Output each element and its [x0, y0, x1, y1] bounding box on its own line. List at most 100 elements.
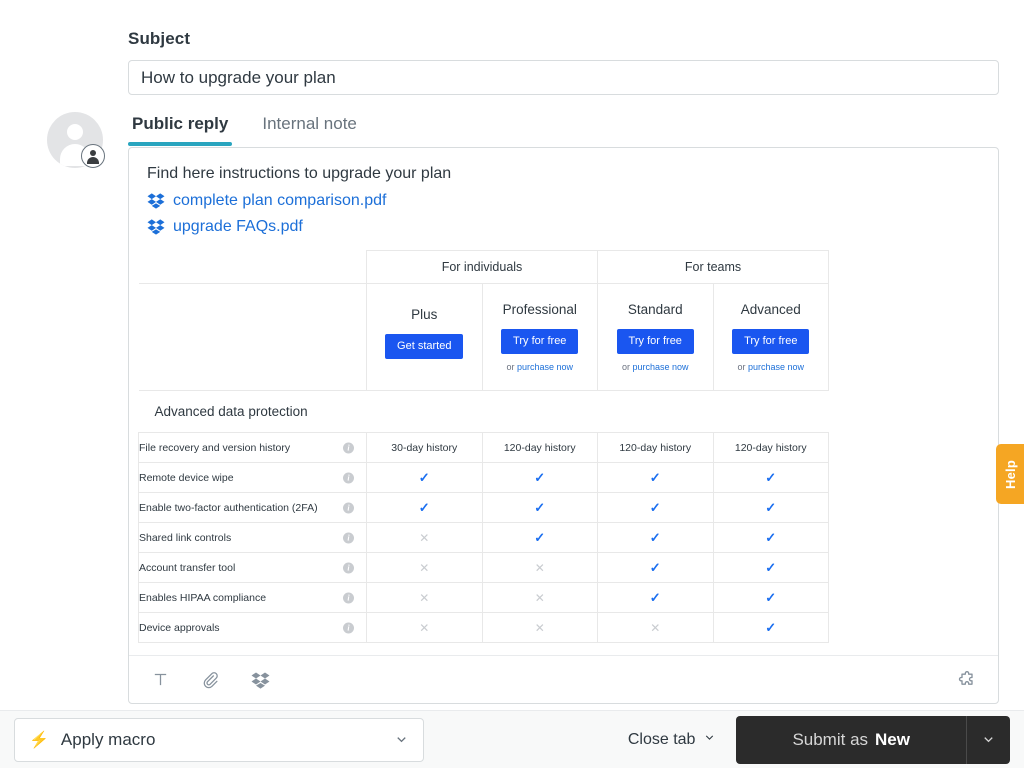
feature-label: Remote device wipe — [139, 471, 234, 484]
subject-label: Subject — [128, 29, 191, 48]
feature-label: Device approvals — [139, 621, 220, 634]
feature-label-cell: File recovery and version history i — [138, 432, 367, 463]
puzzle-piece-icon[interactable] — [954, 667, 980, 693]
purchase-now-link[interactable]: purchase now — [748, 362, 804, 372]
avatar — [47, 112, 105, 170]
plan-sub-prefix: or — [506, 361, 517, 372]
tab-public-reply[interactable]: Public reply — [128, 112, 233, 146]
empty-corner-cell — [138, 250, 367, 284]
feature-label-cell: Shared link controls i — [138, 522, 367, 553]
purchase-now-link[interactable]: purchase now — [632, 362, 688, 372]
info-icon[interactable]: i — [343, 532, 354, 543]
info-icon[interactable]: i — [343, 442, 354, 453]
table-row: Remote device wipe i ✓ ✓ ✓ ✓ — [138, 462, 830, 493]
feature-excluded-cross-icon: ✕ — [366, 522, 483, 553]
feature-value-cell: 30-day history — [366, 432, 483, 463]
plan-sub-note: or purchase now — [483, 362, 598, 372]
attachment-row: complete plan comparison.pdf — [129, 188, 998, 213]
avatar-user-badge-icon — [81, 144, 105, 168]
plan-sub-note: or purchase now — [714, 362, 829, 372]
attachment-link[interactable]: upgrade FAQs.pdf — [173, 214, 303, 239]
info-icon[interactable]: i — [343, 472, 354, 483]
paperclip-icon[interactable] — [197, 667, 223, 693]
lightning-bolt-icon: ⚡ — [29, 731, 49, 749]
feature-included-check-icon: ✓ — [597, 462, 714, 493]
feature-label: Enable two-factor authentication (2FA) — [139, 501, 318, 514]
subject-input[interactable] — [128, 60, 999, 95]
feature-label: Account transfer tool — [139, 561, 236, 574]
table-row: Shared link controls i ✕ ✓ ✓ ✓ — [138, 522, 830, 553]
tab-internal-note[interactable]: Internal note — [258, 112, 361, 146]
feature-rows-body: File recovery and version history i 30-day… — [138, 432, 830, 643]
feature-included-check-icon: ✓ — [712, 582, 830, 613]
feature-included-check-icon: ✓ — [597, 552, 714, 583]
feature-excluded-cross-icon: ✕ — [597, 612, 714, 643]
ticket-composer-screen: Subject Public reply Internal note Find … — [0, 0, 1024, 768]
plan-cta-button[interactable]: Try for free — [732, 329, 810, 354]
feature-included-check-icon: ✓ — [712, 552, 830, 583]
apply-macro-select[interactable]: ⚡ Apply macro — [14, 717, 424, 762]
composer-toolbar-right — [954, 667, 980, 693]
feature-excluded-cross-icon: ✕ — [366, 612, 483, 643]
close-tab-button[interactable]: Close tab — [628, 731, 717, 749]
feature-included-check-icon: ✓ — [481, 492, 598, 523]
table-row: Enable two-factor authentication (2FA) i ✓… — [138, 492, 830, 523]
feature-value-cell: 120-day history — [597, 432, 714, 463]
reply-mode-tabs: Public reply Internal note — [128, 112, 361, 146]
feature-excluded-cross-icon: ✕ — [481, 612, 598, 643]
plan-comparison-table: For individuals For teams Plus Get start… — [138, 250, 830, 643]
plan-cta-button[interactable]: Try for free — [501, 329, 579, 354]
feature-included-check-icon: ✓ — [712, 462, 830, 493]
feature-excluded-cross-icon: ✕ — [481, 552, 598, 583]
table-row: Device approvals i ✕ ✕ ✕ ✓ — [138, 612, 830, 643]
apply-macro-label: Apply macro — [60, 729, 156, 749]
plan-sub-note: or purchase now — [598, 362, 713, 372]
submit-button[interactable]: Submit as New — [736, 715, 966, 764]
feature-included-check-icon: ✓ — [712, 612, 830, 643]
dropbox-icon[interactable] — [247, 667, 273, 693]
submit-options-button[interactable] — [966, 715, 1010, 764]
feature-value-cell: 120-day history — [481, 432, 598, 463]
group-header-teams: For teams — [596, 250, 830, 284]
info-icon[interactable]: i — [343, 592, 354, 603]
feature-label: Shared link controls — [139, 531, 232, 544]
plan-cta-button[interactable]: Try for free — [616, 329, 694, 354]
feature-included-check-icon: ✓ — [597, 522, 714, 553]
section-title: Advanced data protection — [138, 390, 829, 433]
info-icon[interactable]: i — [343, 502, 354, 513]
plan-cta-button[interactable]: Get started — [385, 334, 464, 359]
feature-label-cell: Device approvals i — [138, 612, 367, 643]
feature-label-cell: Account transfer tool i — [138, 552, 367, 583]
feature-included-check-icon: ✓ — [366, 462, 483, 493]
help-tab-label: Help — [1002, 459, 1018, 489]
chevron-down-icon — [984, 737, 993, 743]
feature-label-cell: Enables HIPAA compliance i — [138, 582, 367, 613]
feature-value-cell: 120-day history — [712, 432, 830, 463]
feature-excluded-cross-icon: ✕ — [481, 582, 598, 613]
info-icon[interactable]: i — [343, 622, 354, 633]
table-row: Enables HIPAA compliance i ✕ ✕ ✓ ✓ — [138, 582, 830, 613]
badge-head-shape — [90, 150, 96, 156]
plan-sub-prefix: or — [621, 361, 633, 372]
attachment-link[interactable]: complete plan comparison.pdf — [173, 188, 386, 213]
table-section-row: Advanced data protection — [138, 390, 829, 433]
composer-body[interactable]: Find here instructions to upgrade your p… — [129, 148, 998, 656]
reply-composer[interactable]: Find here instructions to upgrade your p… — [128, 147, 999, 704]
purchase-now-link[interactable]: purchase now — [517, 362, 573, 372]
feature-label-cell: Remote device wipe i — [138, 462, 367, 493]
help-tab[interactable]: Help — [996, 444, 1024, 504]
plan-sub-prefix: or — [737, 361, 748, 372]
table-row: Account transfer tool i ✕ ✕ ✓ ✓ — [138, 552, 830, 583]
chevron-down-icon — [703, 731, 716, 749]
feature-excluded-cross-icon: ✕ — [366, 552, 483, 583]
close-tab-label: Close tab — [627, 730, 696, 748]
plan-column-advanced: Advanced Try for free or purchase now — [712, 283, 830, 391]
plan-name: Advanced — [740, 302, 801, 318]
feature-label: Enables HIPAA compliance — [139, 591, 267, 604]
feature-included-check-icon: ✓ — [366, 492, 483, 523]
text-format-icon[interactable] — [147, 667, 173, 693]
feature-included-check-icon: ✓ — [712, 492, 830, 523]
table-group-header-row: For individuals For teams — [138, 250, 830, 284]
submit-prefix: Submit as — [792, 729, 869, 749]
info-icon[interactable]: i — [343, 562, 354, 573]
